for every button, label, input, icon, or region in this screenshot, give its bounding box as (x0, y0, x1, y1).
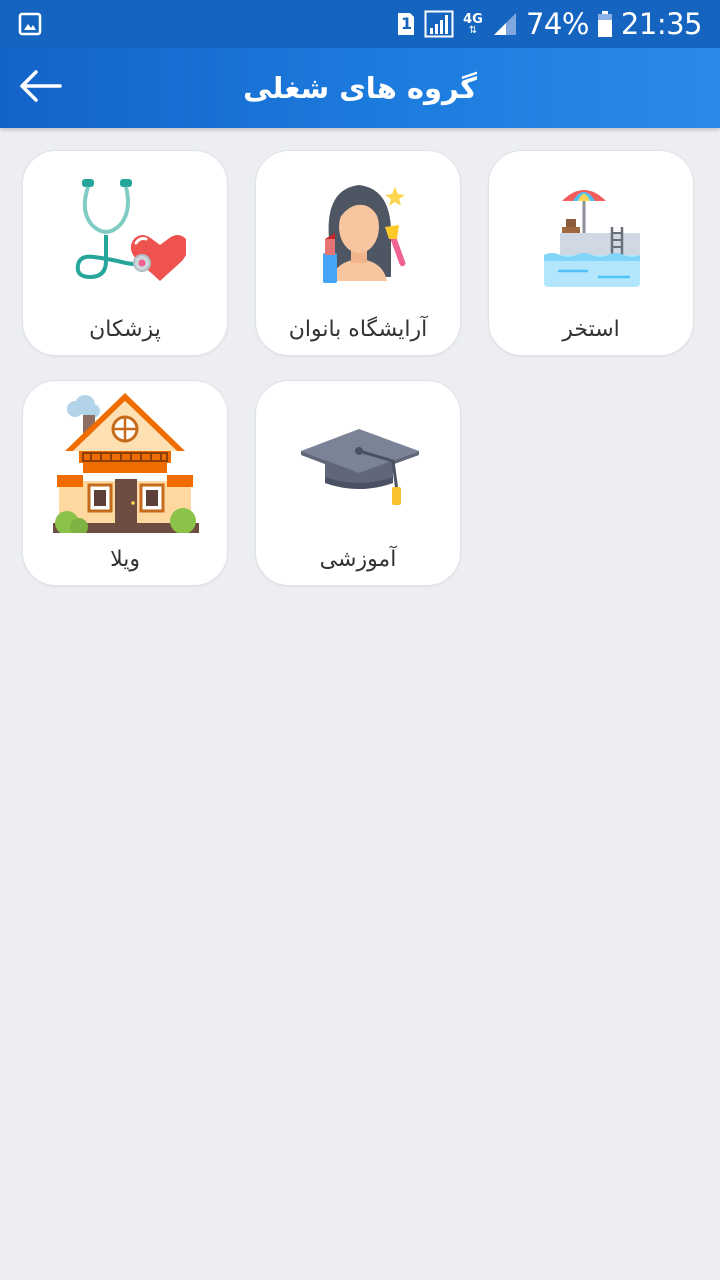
category-pool[interactable]: استخر (488, 150, 694, 356)
signal-icon (424, 10, 454, 38)
beauty-salon-icon (299, 169, 419, 289)
app-bar: گروه های شغلی (0, 48, 720, 128)
pool-icon (532, 169, 652, 289)
category-label: ویلا (110, 547, 140, 572)
network-type: 4G (463, 11, 483, 27)
category-label: آموزشی (319, 547, 397, 572)
stethoscope-icon (66, 169, 189, 289)
category-label: آرایشگاه بانوان (288, 317, 428, 342)
graduation-cap-icon (299, 399, 419, 519)
status-bar: 1 4G ⇅ 74% 21:35 (0, 0, 720, 48)
battery-percent: 74% (525, 7, 589, 41)
signal-icon (492, 11, 518, 37)
villa-house-icon (53, 387, 199, 536)
category-villa[interactable]: ویلا (22, 380, 228, 586)
page-title: گروه های شغلی (243, 71, 477, 105)
clock: 21:35 (620, 7, 703, 41)
category-label: پزشکان (89, 317, 161, 342)
category-label: استخر (562, 317, 620, 342)
gallery-icon (18, 11, 42, 37)
sim-icon: 1 (396, 11, 416, 37)
battery-icon (597, 10, 613, 38)
back-button[interactable] (12, 62, 68, 114)
arrow-left-icon (18, 69, 62, 107)
category-doctors[interactable]: پزشکان (22, 150, 228, 356)
category-education[interactable]: آموزشی (255, 380, 461, 586)
category-beauty-salon[interactable]: آرایشگاه بانوان (255, 150, 461, 356)
network-4g-icon: 4G ⇅ (463, 11, 483, 36)
sim-slot-number: 1 (400, 14, 413, 33)
